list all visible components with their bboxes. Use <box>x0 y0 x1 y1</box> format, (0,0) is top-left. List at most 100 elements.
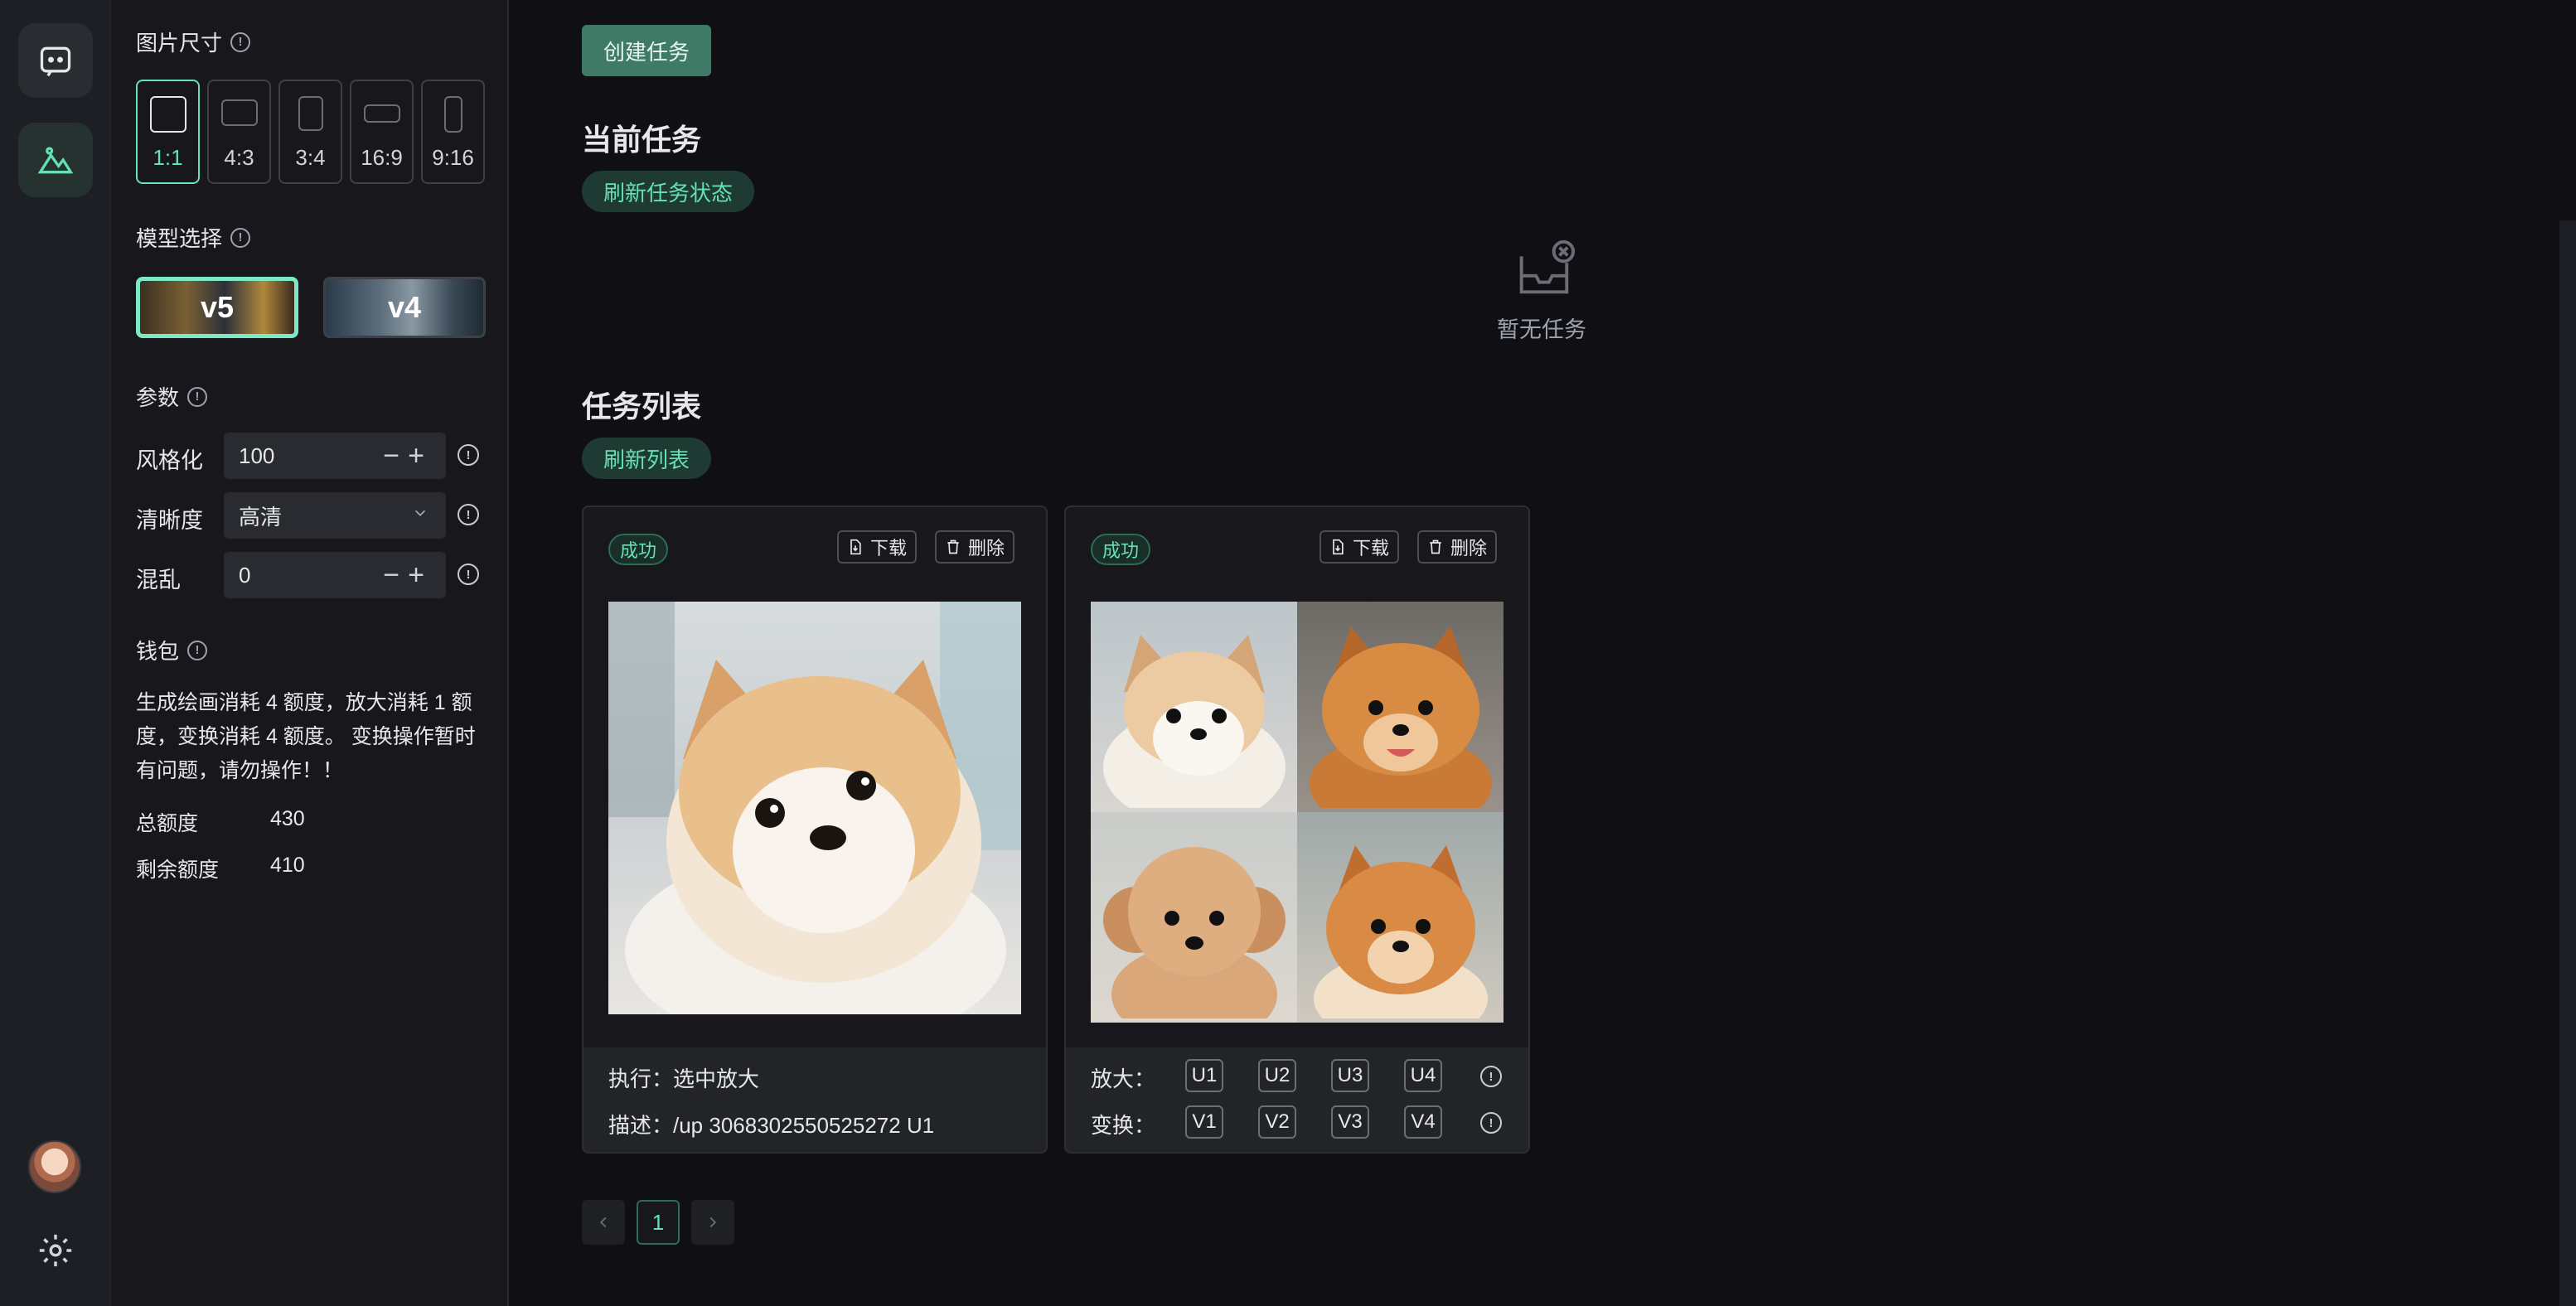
chaos-value: 0 <box>239 562 251 588</box>
result-image-grid[interactable] <box>1091 602 1503 1044</box>
wide-shape-icon <box>363 104 400 123</box>
info-icon[interactable]: ! <box>1480 1066 1502 1087</box>
chevron-down-icon <box>414 510 426 517</box>
total-label: 总额度 <box>136 812 199 835</box>
chat-nav-button[interactable] <box>18 23 93 98</box>
chaos-stepper[interactable]: 0 −+ <box>224 552 446 598</box>
pomeranian-photo <box>1314 845 1488 1044</box>
image-mountain-icon <box>37 147 74 174</box>
chevron-right-icon <box>709 1217 717 1228</box>
quality-select[interactable]: 高清 <box>224 492 446 539</box>
delete-button[interactable]: 删除 <box>935 530 1015 564</box>
upscale-u1-button[interactable]: U1 <box>1185 1059 1223 1092</box>
total-credit-row: 总额度 430 <box>136 807 305 837</box>
page-1-button[interactable]: 1 <box>637 1200 680 1245</box>
empty-inbox-icon <box>1519 239 1576 294</box>
file-download-icon <box>1333 539 1344 555</box>
draw-nav-button[interactable] <box>18 123 93 197</box>
info-icon[interactable]: ! <box>458 504 479 525</box>
task-card: 成功 下载 删除 放大： U1 U2 U3 U4 ! 变换： V1 V2 V3 … <box>1064 505 1530 1154</box>
info-icon[interactable]: ! <box>1480 1112 1502 1134</box>
ratio-1-1-option[interactable]: 1:1 <box>136 80 200 184</box>
variation-v4-button[interactable]: V4 <box>1404 1105 1442 1139</box>
result-image[interactable] <box>608 602 1021 1014</box>
ratio-label: 16:9 <box>361 145 403 170</box>
card-footer: 执行：选中放大 描述：/up 3068302550525272 U1 <box>583 1047 1046 1152</box>
task-card: 成功 下载 删除 执行：选中放大 描述：/up 3068302550525272… <box>582 505 1048 1154</box>
current-tasks-title: 当前任务 <box>582 123 702 157</box>
delete-button[interactable]: 删除 <box>1417 530 1498 564</box>
exec-line: 执行：选中放大 <box>608 1067 760 1091</box>
status-badge: 成功 <box>1091 534 1151 565</box>
trash-icon <box>947 539 959 554</box>
refresh-status-button[interactable]: 刷新任务状态 <box>582 171 755 212</box>
minus-plus-icon[interactable]: −+ <box>383 559 433 592</box>
grid-image-2[interactable] <box>1297 602 1503 834</box>
upscale-u4-button[interactable]: U4 <box>1404 1059 1442 1092</box>
portrait-shape-icon <box>298 96 323 131</box>
stylize-value: 100 <box>239 443 275 468</box>
grid-image-3[interactable] <box>1091 812 1297 1044</box>
model-label: v5 <box>200 290 235 324</box>
info-icon[interactable]: ! <box>187 386 208 407</box>
minus-plus-icon[interactable]: −+ <box>383 440 433 472</box>
chevron-left-icon <box>599 1217 607 1228</box>
pomeranian-photo <box>1103 635 1286 825</box>
info-icon[interactable]: ! <box>458 564 479 585</box>
quality-value: 高清 <box>239 504 283 530</box>
download-label: 下载 <box>1353 538 1390 559</box>
ratio-label: 3:4 <box>295 145 326 170</box>
ratio-16-9-option[interactable]: 16:9 <box>350 80 414 184</box>
remaining-value: 410 <box>270 854 305 877</box>
chaos-label: 混乱 <box>136 568 181 593</box>
ratio-4-3-option[interactable]: 4:3 <box>207 80 271 184</box>
model-v5-option[interactable]: v5 <box>136 277 298 338</box>
image-size-heading: 图片尺寸! <box>136 27 251 57</box>
prev-page-button[interactable] <box>582 1200 625 1245</box>
download-button[interactable]: 下载 <box>837 530 918 564</box>
trash-icon <box>1430 539 1441 554</box>
upscale-label: 放大： <box>1091 1067 1156 1091</box>
next-page-button[interactable] <box>691 1200 734 1245</box>
grid-image-4[interactable] <box>1297 812 1503 1044</box>
delete-label: 删除 <box>1450 538 1488 559</box>
landscape-shape-icon <box>220 99 258 126</box>
info-icon[interactable]: ! <box>230 31 251 52</box>
refresh-list-button[interactable]: 刷新列表 <box>582 438 712 479</box>
scrollbar[interactable] <box>2559 220 2576 1306</box>
variation-label: 变换： <box>1091 1113 1156 1138</box>
status-badge: 成功 <box>608 534 669 565</box>
pomeranian-photo <box>1310 626 1492 834</box>
params-heading: 参数! <box>136 381 208 412</box>
description-line: 描述：/up 3068302550525272 U1 <box>608 1113 935 1138</box>
ratio-label: 9:16 <box>432 145 474 170</box>
grid-image-1[interactable] <box>1091 602 1297 825</box>
ratio-label: 1:1 <box>153 145 183 170</box>
model-label: v4 <box>387 290 422 324</box>
pomeranian-photo <box>608 602 1021 1014</box>
file-download-icon <box>850 539 861 555</box>
download-button[interactable]: 下载 <box>1319 530 1400 564</box>
user-avatar[interactable] <box>28 1140 81 1193</box>
upscale-u2-button[interactable]: U2 <box>1258 1059 1296 1092</box>
create-task-button[interactable]: 创建任务 <box>582 25 711 76</box>
stylize-stepper[interactable]: 100 −+ <box>224 433 446 479</box>
model-v4-option[interactable]: v4 <box>323 277 486 338</box>
empty-tasks-text: 暂无任务 <box>1497 317 1586 342</box>
variation-v2-button[interactable]: V2 <box>1258 1105 1296 1139</box>
model-heading: 模型选择! <box>136 222 251 253</box>
info-icon[interactable]: ! <box>230 227 251 248</box>
ratio-3-4-option[interactable]: 3:4 <box>278 80 342 184</box>
variation-v1-button[interactable]: V1 <box>1185 1105 1223 1139</box>
upscale-u3-button[interactable]: U3 <box>1331 1059 1369 1092</box>
settings-panel: 图片尺寸! 1:1 4:3 3:4 16:9 9:16 模型选择! v5 v4 … <box>111 0 509 1306</box>
remaining-credit-row: 剩余额度 410 <box>136 854 305 883</box>
variation-v3-button[interactable]: V3 <box>1331 1105 1369 1139</box>
wallet-description: 生成绘画消耗 4 额度，放大消耗 1 额度，变换消耗 4 额度。 变换操作暂时有… <box>136 691 476 782</box>
info-icon[interactable]: ! <box>187 640 208 660</box>
ratio-9-16-option[interactable]: 9:16 <box>421 80 485 184</box>
icon-rail <box>0 0 111 1306</box>
settings-gear-icon[interactable] <box>36 1231 75 1270</box>
wallet-heading: 钱包! <box>136 635 208 665</box>
info-icon[interactable]: ! <box>458 444 479 466</box>
